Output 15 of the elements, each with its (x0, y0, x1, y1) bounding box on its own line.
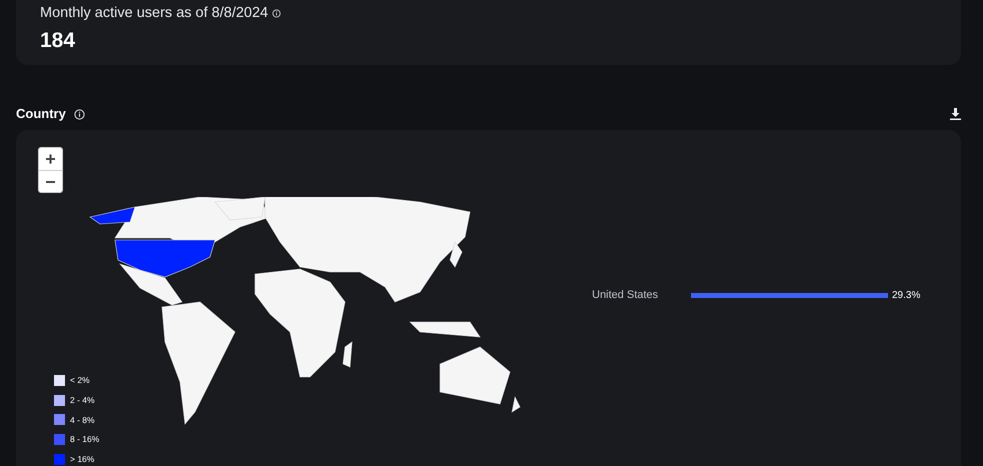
metric-value: 184 (40, 28, 76, 52)
download-icon[interactable] (950, 108, 961, 120)
info-icon[interactable] (74, 108, 85, 120)
info-icon[interactable] (272, 9, 282, 18)
zoom-in-button[interactable]: + (39, 148, 62, 170)
zoom-out-button[interactable]: − (39, 170, 62, 192)
legend-label: 4 - 8% (70, 414, 95, 426)
legend-label: 2 - 4% (70, 394, 95, 406)
metric-label: Monthly active users as of 8/8/2024 (40, 4, 268, 23)
country-name: United States (592, 288, 660, 303)
legend-label: > 16% (70, 453, 94, 466)
share-value: 29.3% (892, 288, 920, 302)
section-title: Country (16, 105, 66, 124)
legend-label: < 2% (70, 374, 90, 387)
legend-label: 8 - 16% (70, 433, 100, 446)
